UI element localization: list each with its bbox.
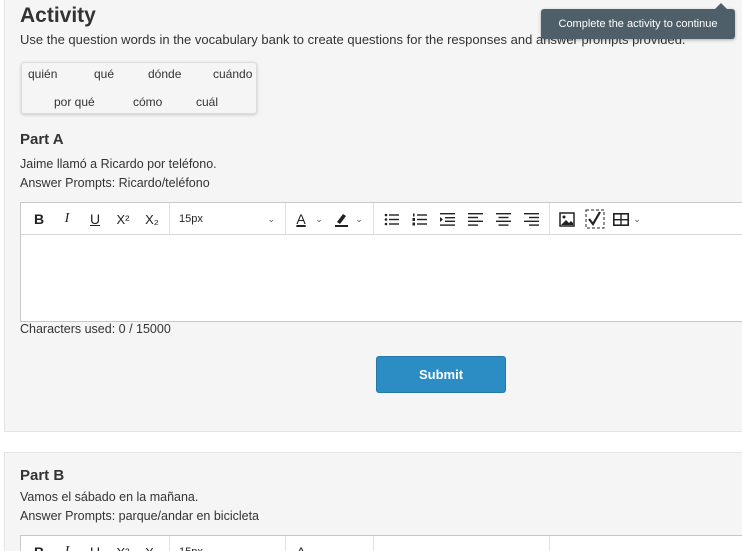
part-a-rich-text-editor: B I U X² X₂ 15px ⌄ A ⌄ ⌄ ⌄ — [20, 202, 742, 322]
numbered-list-icon[interactable] — [407, 203, 431, 235]
underline-button[interactable]: U — [83, 203, 107, 235]
completion-tooltip: Complete the activity to continue — [541, 3, 735, 39]
vocab-word: cuál — [196, 95, 219, 109]
part-b-title: Part B — [20, 467, 65, 484]
part-a-title: Part A — [20, 131, 64, 148]
align-right-icon[interactable] — [519, 203, 543, 235]
editor-toolbar: B I U X² X₂ 15px ⌄ A — [21, 536, 742, 551]
font-size-value: 15px — [179, 213, 203, 225]
insert-image-icon[interactable] — [555, 203, 579, 235]
subscript-button[interactable]: X₂ — [139, 203, 165, 235]
insert-table-icon[interactable] — [611, 203, 631, 235]
chevron-down-icon: ⌄ — [267, 547, 275, 551]
chevron-down-icon[interactable]: ⌄ — [631, 203, 643, 235]
subscript-button[interactable]: X₂ — [139, 536, 165, 551]
part-b-sentence: Vamos el sábado en la mañana. — [20, 490, 199, 504]
italic-button[interactable]: I — [55, 536, 79, 551]
vocabulary-bank: quién qué dónde cuándo por qué cómo cuál — [21, 62, 257, 114]
italic-button[interactable]: I — [55, 203, 79, 235]
superscript-button[interactable]: X² — [111, 203, 135, 235]
text-color-button[interactable]: A — [289, 203, 313, 235]
vocab-word: dónde — [148, 67, 182, 81]
part-a-sentence: Jaime llamó a Ricardo por teléfono. — [20, 157, 217, 171]
superscript-button[interactable]: X² — [111, 536, 135, 551]
font-size-value: 15px — [179, 546, 203, 551]
editor-toolbar: B I U X² X₂ 15px ⌄ A ⌄ ⌄ ⌄ — [21, 203, 742, 235]
bold-button[interactable]: B — [27, 203, 51, 235]
align-center-icon[interactable] — [491, 203, 515, 235]
part-a-answer-prompts: Answer Prompts: Ricardo/teléfono — [20, 176, 210, 190]
math-equation-icon[interactable] — [583, 203, 607, 235]
highlight-color-icon[interactable] — [329, 203, 353, 235]
chevron-down-icon[interactable]: ⌄ — [353, 203, 365, 235]
activity-title: Activity — [20, 4, 96, 27]
part-a-answer-input[interactable] — [21, 235, 742, 321]
activity-card-part-b: Part B Vamos el sábado en la mañana. Ans… — [4, 452, 742, 551]
part-b-answer-prompts: Answer Prompts: parque/andar en biciclet… — [20, 509, 260, 523]
character-counter: Characters used: 0 / 15000 — [20, 322, 171, 336]
activity-card-part-a: Activity Use the question words in the v… — [4, 0, 742, 432]
font-size-select[interactable]: 15px ⌄ — [171, 203, 283, 235]
vocab-word: cómo — [133, 95, 163, 109]
part-b-rich-text-editor: B I U X² X₂ 15px ⌄ A — [20, 535, 742, 551]
indent-icon[interactable] — [435, 203, 459, 235]
vocab-word: quién — [28, 67, 58, 81]
chevron-down-icon: ⌄ — [267, 213, 275, 224]
vocab-word: por qué — [54, 95, 95, 109]
underline-button[interactable]: U — [83, 536, 107, 551]
align-left-icon[interactable] — [463, 203, 487, 235]
chevron-down-icon[interactable]: ⌄ — [313, 203, 325, 235]
vocab-word: cuándo — [213, 67, 253, 81]
text-color-button[interactable]: A — [289, 536, 313, 551]
font-size-select[interactable]: 15px ⌄ — [171, 536, 283, 551]
submit-button[interactable]: Submit — [376, 356, 506, 393]
vocab-word: qué — [94, 67, 115, 81]
bold-button[interactable]: B — [27, 536, 51, 551]
bullet-list-icon[interactable] — [379, 203, 403, 235]
